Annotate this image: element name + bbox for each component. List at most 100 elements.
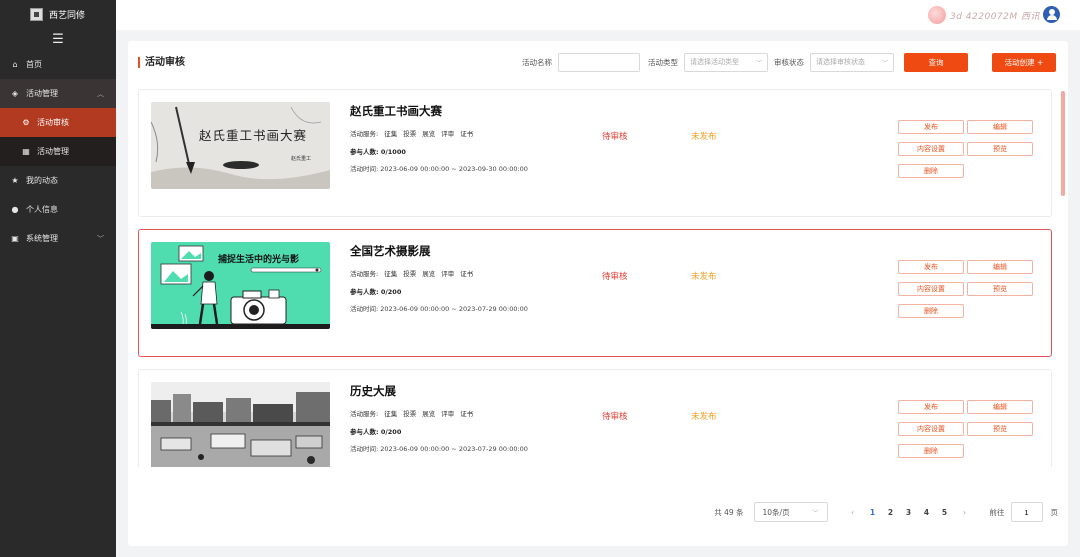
sidebar-item-label: 活动管理 [26, 89, 58, 98]
chevron-up-icon: ︿ [97, 89, 104, 98]
activity-time: 活动时间: 2023-06-09 00:00:00 ~ 2023-07-29 0… [350, 303, 528, 313]
service-tag: 证书 [460, 130, 474, 138]
page-header: 活动审核 活动名称 活动类型 请选择活动类型 ﹀ 审核状态 请选择审核状态 ﹀ … [138, 51, 1056, 73]
delete-button[interactable]: 删除 [898, 164, 964, 178]
next-page-icon[interactable]: › [958, 508, 972, 517]
prev-page-icon[interactable]: ‹ [846, 508, 860, 517]
settings-box-icon: ▣ [11, 234, 19, 243]
activity-services: 活动服务: 征集 投票 展览 评审 证书 [350, 128, 528, 138]
delete-button[interactable]: 删除 [898, 444, 964, 458]
publish-status: 未发布 [691, 272, 717, 282]
publish-button[interactable]: 发布 [898, 400, 964, 414]
chevron-down-icon: ﹀ [97, 234, 104, 243]
page-number[interactable]: 3 [900, 508, 918, 517]
photography-poster-image: 捕捉生活中的光与影 [151, 242, 330, 329]
service-tag: 征集 [384, 270, 398, 278]
service-tag: 评审 [441, 130, 455, 138]
page-size-value: 10条/页 [762, 507, 790, 517]
content-settings-button[interactable]: 内容设置 [898, 142, 964, 156]
time-label: 活动时间: [350, 445, 379, 453]
review-status: 待审核 [602, 412, 628, 422]
menu-toggle-icon[interactable]: ☰ [0, 28, 116, 50]
sidebar-item-label: 我的动态 [26, 176, 58, 185]
delete-button[interactable]: 删除 [898, 304, 964, 318]
participants: 参与人数: 0/200 [350, 286, 528, 296]
goto-page-input[interactable] [1010, 502, 1043, 522]
main-panel: 活动审核 活动名称 活动类型 请选择活动类型 ﹀ 审核状态 请选择审核状态 ﹀ … [128, 41, 1068, 546]
sidebar-item-label: 活动审核 [37, 118, 69, 127]
preview-button[interactable]: 预览 [967, 142, 1033, 156]
activity-actions: 发布 编辑 内容设置 预览 删除 [898, 260, 1033, 318]
preview-button[interactable]: 预览 [967, 422, 1033, 436]
goto-label: 前往 [989, 507, 1005, 517]
activity-services: 活动服务: 征集 投票 展览 评审 证书 [350, 268, 528, 278]
brand: 西艺同修 [0, 0, 116, 28]
review-status-placeholder: 请选择审核状态 [816, 58, 865, 66]
historic-street-photo-image [151, 382, 330, 467]
service-tag: 评审 [441, 270, 455, 278]
create-activity-button[interactable]: 活动创建 + [992, 52, 1056, 72]
grid-icon: ▦ [22, 147, 30, 156]
sidebar-item-activity-list[interactable]: ▦ 活动管理 [0, 137, 116, 166]
review-status-select[interactable]: 请选择审核状态 ﹀ [810, 52, 894, 72]
topbar: 3d 4220072M 西讯 [116, 0, 1080, 30]
time-label: 活动时间: [350, 305, 379, 313]
star-icon: ★ [11, 176, 19, 185]
activity-time: 活动时间: 2023-06-09 00:00:00 ~ 2023-09-30 0… [350, 163, 528, 173]
page-size-select[interactable]: 10条/页 ﹀ [753, 502, 828, 522]
activity-card: 捕捉生活中的光与影 全国艺术摄影展 活动服务: 征集 投票 展览 评审 证书 参… [138, 229, 1052, 357]
time-value: 2023-06-09 00:00:00 ~ 2023-09-30 00:00:0… [380, 165, 528, 173]
sidebar-item-my-updates[interactable]: ★ 我的动态 [0, 166, 116, 195]
sidebar-item-system[interactable]: ▣ 系统管理 ﹀ [0, 224, 116, 253]
activity-info: 历史大展 活动服务: 征集 投票 展览 评审 证书 参与人数: 0/200 活动… [350, 383, 528, 453]
sidebar-item-profile[interactable]: ● 个人信息 [0, 195, 116, 224]
page-number[interactable]: 5 [936, 508, 954, 517]
participants: 参与人数: 0/200 [350, 426, 528, 436]
sidebar-item-home[interactable]: ⌂ 首页 [0, 50, 116, 79]
activity-name-label: 活动名称 [522, 57, 552, 67]
service-tag: 展览 [422, 270, 436, 278]
chevron-down-icon: ﹀ [881, 59, 888, 67]
preview-button[interactable]: 预览 [967, 282, 1033, 296]
edit-button[interactable]: 编辑 [967, 400, 1033, 414]
service-tag: 投票 [403, 410, 417, 418]
sidebar-item-label: 首页 [26, 60, 42, 69]
participants: 参与人数: 0/1000 [350, 146, 528, 156]
services-label: 活动服务: [350, 270, 379, 278]
publish-button[interactable]: 发布 [898, 120, 964, 134]
content-settings-button[interactable]: 内容设置 [898, 282, 964, 296]
publish-button[interactable]: 发布 [898, 260, 964, 274]
service-tag: 投票 [403, 130, 417, 138]
gear-icon: ⚙ [22, 118, 30, 127]
activity-name-input[interactable] [558, 52, 640, 72]
chevron-down-icon: ﹀ [812, 509, 819, 517]
list-scrollbar[interactable] [1061, 91, 1065, 196]
page-number[interactable]: 4 [918, 508, 936, 517]
home-icon: ⌂ [12, 60, 18, 69]
content-settings-button[interactable]: 内容设置 [898, 422, 964, 436]
sidebar: 西艺同修 ☰ ⌂ 首页 ◈ 活动管理 ︿ ⚙ 活动审核 ▦ 活动管理 ★ 我的动… [0, 0, 116, 557]
sidebar-item-activity-review[interactable]: ⚙ 活动审核 [0, 108, 116, 137]
page-suffix: 页 [1050, 507, 1059, 517]
page-title: 活动审核 [138, 56, 185, 68]
avatar[interactable] [1043, 6, 1060, 23]
activity-type-label: 活动类型 [648, 57, 678, 67]
activity-image: 赵氏重工书画大赛 赵氏重工 [151, 102, 330, 189]
svg-text:赵氏重工: 赵氏重工 [291, 155, 311, 162]
sidebar-item-activity-management[interactable]: ◈ 活动管理 ︿ [0, 79, 116, 108]
activity-info: 赵氏重工书画大赛 活动服务: 征集 投票 展览 评审 证书 参与人数: 0/10… [350, 103, 528, 173]
publish-status: 未发布 [691, 412, 717, 422]
page-number[interactable]: 2 [882, 508, 900, 517]
query-button[interactable]: 查询 [904, 52, 968, 72]
activity-type-placeholder: 请选择活动类型 [690, 58, 739, 66]
cube-icon: ◈ [11, 89, 19, 98]
activity-type-select[interactable]: 请选择活动类型 ﹀ [684, 52, 768, 72]
activity-actions: 发布 编辑 内容设置 预览 删除 [898, 120, 1033, 178]
edit-button[interactable]: 编辑 [967, 120, 1033, 134]
page-number[interactable]: 1 [864, 508, 882, 517]
services-label: 活动服务: [350, 410, 379, 418]
activity-image [151, 382, 330, 467]
edit-button[interactable]: 编辑 [967, 260, 1033, 274]
activity-card: 历史大展 活动服务: 征集 投票 展览 评审 证书 参与人数: 0/200 活动… [138, 369, 1052, 467]
watermark: 3d 4220072M 西讯 [927, 6, 1040, 24]
